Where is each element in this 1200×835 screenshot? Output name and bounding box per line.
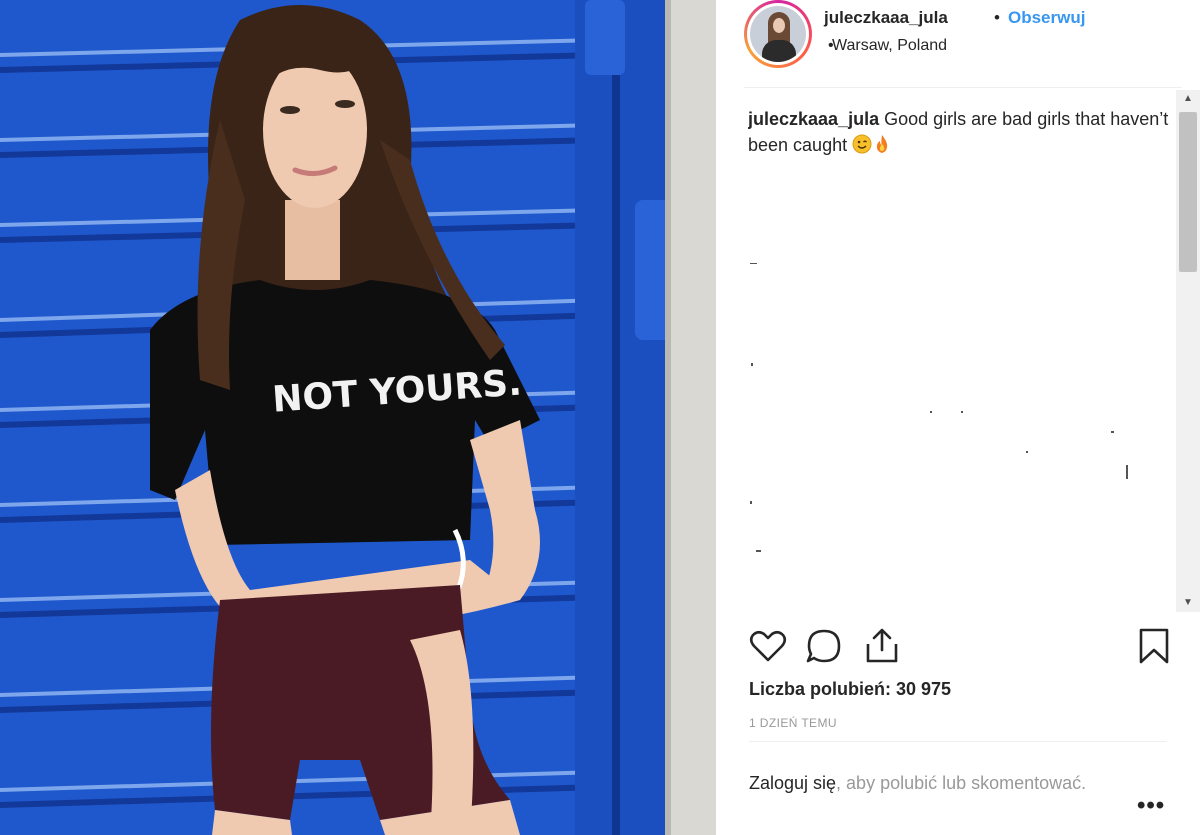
wink-face-icon: [852, 134, 872, 154]
header-separator: •: [994, 8, 1000, 27]
login-link[interactable]: Zaloguj się: [749, 773, 836, 793]
concrete-wall: [665, 0, 716, 835]
scroll-down-arrow-icon[interactable]: ▼: [1176, 594, 1200, 612]
more-options-button[interactable]: •••: [1137, 792, 1165, 820]
post-timestamp[interactable]: 1 DZIEŃ TEMU: [749, 716, 837, 730]
login-prompt-text: , aby polubić lub skomentować.: [836, 773, 1087, 793]
door-hinge-top: [585, 0, 625, 75]
divider: [749, 741, 1167, 742]
scroll-up-arrow-icon[interactable]: ▲: [1176, 90, 1200, 108]
caption-username[interactable]: juleczkaaa_jula: [748, 109, 879, 129]
comment-icon[interactable]: [804, 626, 844, 666]
caption: juleczkaaa_jula Good girls are bad girls…: [748, 106, 1172, 158]
caption-scrollbar[interactable]: ▲ ▼: [1176, 90, 1200, 612]
bookmark-icon[interactable]: [1134, 626, 1174, 666]
header-username[interactable]: juleczkaaa_jula: [824, 8, 948, 28]
door-frame: [575, 0, 670, 835]
photo-illustration: NOT YOURS.: [0, 0, 716, 835]
post-photo[interactable]: NOT YOURS.: [0, 0, 716, 835]
share-icon[interactable]: [862, 626, 902, 666]
post-header: juleczkaaa_jula • Obserwuj • Warsaw, Pol…: [744, 0, 1182, 88]
face-illustration: [263, 52, 367, 208]
login-prompt: Zaloguj się, aby polubić lub skomentować…: [749, 773, 1086, 794]
fire-icon: [876, 135, 888, 153]
likes-count[interactable]: Liczba polubień: 30 975: [749, 679, 951, 700]
avatar[interactable]: [744, 0, 812, 68]
post-actions: [748, 626, 1170, 670]
scroll-thumb[interactable]: [1179, 112, 1197, 272]
location-link[interactable]: Warsaw, Poland: [832, 37, 947, 55]
follow-button[interactable]: Obserwuj: [1008, 8, 1085, 28]
caption-area: juleczkaaa_jula Good girls are bad girls…: [748, 100, 1172, 615]
heart-icon[interactable]: [748, 626, 788, 666]
